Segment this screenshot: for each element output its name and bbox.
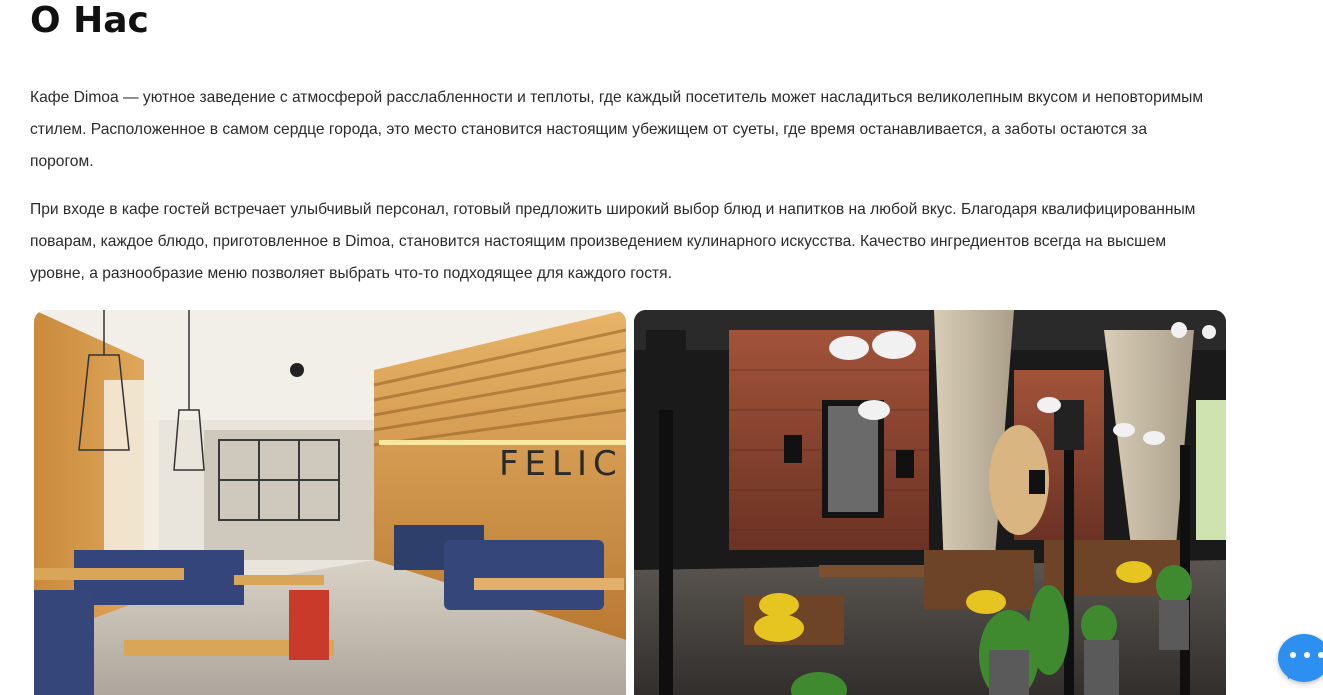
chat-bubble-tail (1282, 665, 1300, 683)
about-paragraph-1: Кафе Dimoa — уютное заведение с атмосфер… (30, 89, 1204, 170)
chat-widget-button[interactable] (1278, 634, 1323, 683)
chat-bubble-icon (1290, 650, 1323, 660)
page-title: О Нас (30, 0, 149, 41)
cafe-interior-brick-photo (634, 310, 1226, 695)
felic-wall-sign: FELIC (499, 444, 623, 484)
cafe-interior-wood-photo: FELIC (34, 310, 626, 695)
about-paragraph-2: При входе в кафе гостей встречает улыбчи… (30, 201, 1196, 282)
